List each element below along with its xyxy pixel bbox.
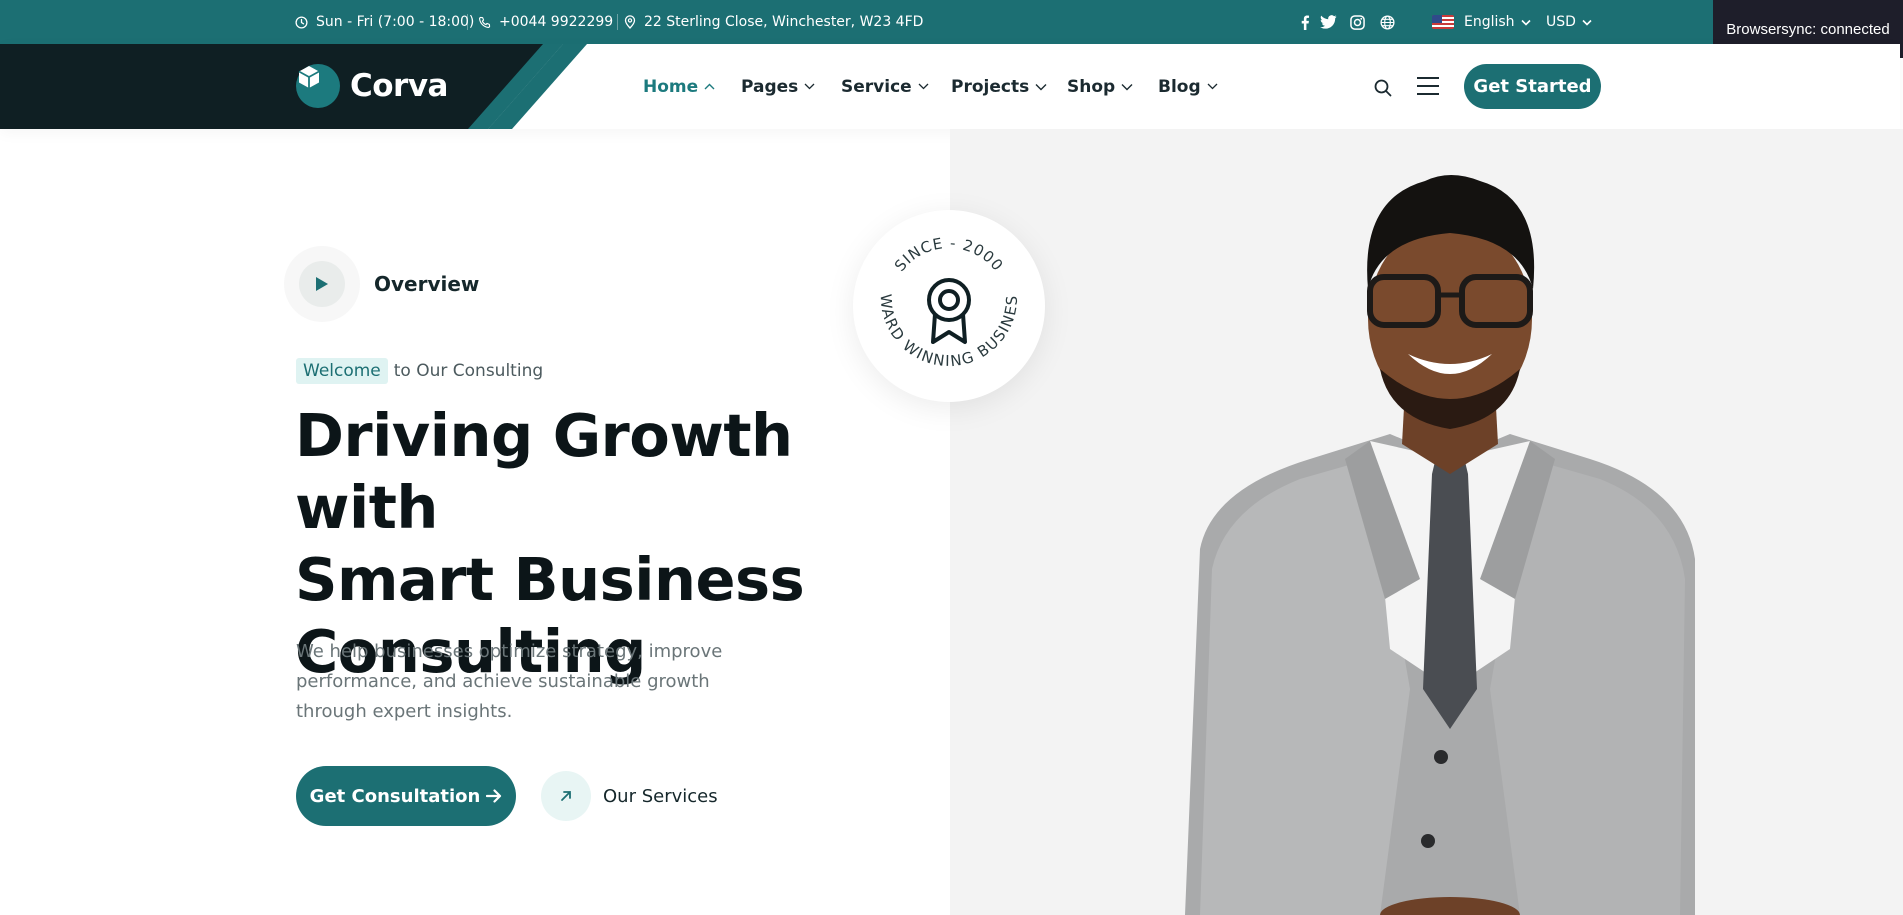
globe-icon[interactable] bbox=[1380, 15, 1395, 30]
hero-title-line: Smart Business bbox=[295, 545, 805, 614]
currency-selector[interactable]: USD bbox=[1546, 0, 1592, 44]
facebook-icon[interactable] bbox=[1300, 15, 1310, 30]
chevron-down-icon bbox=[1121, 83, 1133, 90]
our-services-label: Our Services bbox=[603, 785, 718, 807]
phone-text: +0044 9922299 bbox=[499, 14, 614, 30]
chevron-up-icon bbox=[704, 83, 715, 90]
nav-service[interactable]: Service bbox=[841, 44, 929, 129]
consultant-portrait-image bbox=[1185, 175, 1695, 915]
badge-bottom-text: AWARD WINNING BUSINESS bbox=[853, 210, 1021, 370]
browsersync-status: Browsersync: connected bbox=[1726, 20, 1890, 38]
address-text: 22 Sterling Close, Winchester, W23 4FD bbox=[644, 14, 924, 30]
hero-title-line: Driving Growth with bbox=[295, 401, 793, 542]
play-button-ring bbox=[284, 246, 360, 322]
nav-label: Home bbox=[643, 76, 699, 97]
welcome-highlight: Welcome bbox=[296, 358, 388, 384]
play-icon bbox=[299, 261, 345, 307]
chevron-down-icon bbox=[1207, 83, 1218, 90]
hero-image-panel bbox=[950, 129, 1903, 915]
welcome-rest: to Our Consulting bbox=[393, 361, 544, 381]
arrow-right-icon bbox=[486, 789, 502, 803]
our-services-link[interactable]: Our Services bbox=[541, 771, 718, 821]
chevron-down-icon bbox=[1035, 83, 1047, 90]
us-flag-icon bbox=[1432, 15, 1454, 29]
hero-description: We help businesses optimize strategy, im… bbox=[296, 641, 723, 722]
award-badge: SINCE - 2000 AWARD WINNING BUSINESS bbox=[847, 196, 1045, 402]
nav-label: Pages bbox=[741, 76, 799, 97]
address-info: 22 Sterling Close, Winchester, W23 4FD bbox=[624, 0, 923, 44]
cube-logo-icon bbox=[296, 64, 340, 108]
instagram-icon[interactable] bbox=[1350, 15, 1365, 30]
hamburger-menu-icon[interactable] bbox=[1417, 76, 1439, 100]
language-selector[interactable]: English bbox=[1432, 0, 1531, 44]
location-pin-icon bbox=[624, 15, 636, 29]
nav-blog[interactable]: Blog bbox=[1158, 44, 1218, 129]
badge-top-text: SINCE - 2000 bbox=[891, 234, 1007, 275]
language-label: English bbox=[1464, 14, 1515, 30]
nav-pages[interactable]: Pages bbox=[741, 44, 815, 129]
topbar-divider bbox=[467, 14, 468, 30]
chevron-down-icon bbox=[804, 83, 815, 90]
nav-label: Shop bbox=[1067, 76, 1116, 97]
get-started-button[interactable]: Get Started bbox=[1464, 64, 1601, 109]
twitter-icon[interactable] bbox=[1320, 15, 1337, 29]
hours-info: Sun - Fri (7:00 - 18:00) bbox=[295, 0, 474, 44]
chevron-down-icon bbox=[918, 83, 929, 90]
phone-info[interactable]: +0044 9922299 bbox=[478, 0, 613, 44]
nav-home[interactable]: Home bbox=[643, 44, 715, 129]
chevron-down-icon bbox=[1520, 19, 1531, 26]
hours-text: Sun - Fri (7:00 - 18:00) bbox=[316, 14, 475, 30]
nav-shop[interactable]: Shop bbox=[1067, 44, 1133, 129]
get-consultation-label: Get Consultation bbox=[309, 785, 481, 807]
search-icon[interactable] bbox=[1374, 79, 1392, 101]
phone-icon bbox=[478, 16, 491, 29]
logo-panel: Corva bbox=[0, 44, 587, 129]
main-header: Corva Home Pages Service Projects Shop B… bbox=[0, 44, 1900, 129]
topbar-divider bbox=[617, 14, 618, 30]
nav-label: Service bbox=[841, 76, 912, 97]
clock-icon bbox=[295, 15, 308, 29]
header-diagonal-shape bbox=[0, 44, 587, 129]
nav-projects[interactable]: Projects bbox=[951, 44, 1047, 129]
site-logo[interactable]: Corva bbox=[296, 64, 448, 108]
get-consultation-button[interactable]: Get Consultation bbox=[296, 766, 516, 826]
logo-text: Corva bbox=[350, 68, 448, 104]
overview-label: Overview bbox=[374, 272, 480, 296]
arrow-up-right-icon bbox=[541, 771, 591, 821]
chevron-down-icon bbox=[1582, 19, 1592, 26]
award-badge-graphic: SINCE - 2000 AWARD WINNING BUSINESS bbox=[847, 196, 1021, 370]
currency-label: USD bbox=[1546, 14, 1576, 30]
award-ribbon-icon bbox=[927, 278, 971, 344]
nav-label: Blog bbox=[1158, 76, 1201, 97]
overview-video-button[interactable]: Overview bbox=[284, 246, 479, 322]
welcome-tagline: Welcome to Our Consulting bbox=[296, 358, 543, 384]
nav-label: Projects bbox=[951, 76, 1030, 97]
topbar: Sun - Fri (7:00 - 18:00) +0044 9922299 2… bbox=[0, 0, 1903, 44]
